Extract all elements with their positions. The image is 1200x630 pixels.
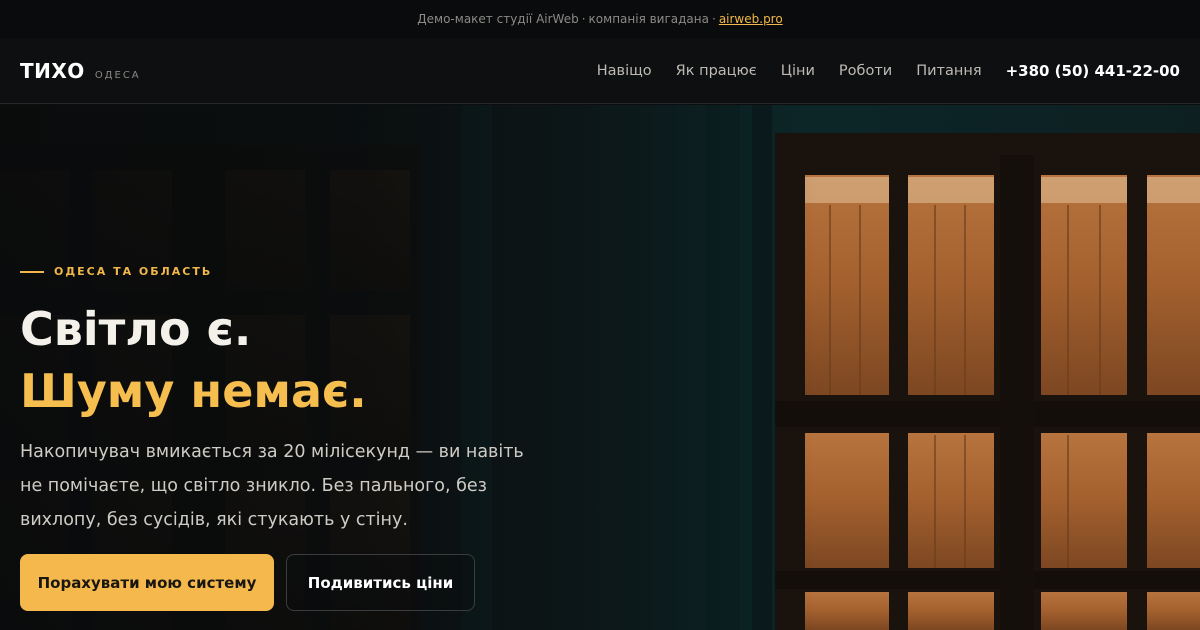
main-nav: Навіщо Як працює Ціни Роботи Питання +38… — [573, 62, 1180, 80]
hero-title: Світло є. Шуму немає. — [20, 298, 367, 422]
demo-disclaimer-text: компанія вигадана — [588, 12, 709, 26]
nav-item-how-it-works[interactable]: Як працює — [676, 63, 757, 79]
nav-item-prices[interactable]: Ціни — [781, 63, 815, 79]
eyebrow-line — [20, 270, 44, 273]
logo-wordmark: ТИХО — [20, 58, 85, 83]
calculate-system-button[interactable]: Порахувати мою систему — [20, 554, 274, 611]
nav-item-why[interactable]: Навіщо — [597, 63, 652, 79]
view-prices-button[interactable]: Подивитись ціни — [286, 554, 475, 611]
logo-city: ОДЕСА — [94, 69, 141, 81]
hero-description: Накопичувач вмикається за 20 мілісекунд … — [20, 442, 524, 530]
notice-separator: · — [581, 12, 586, 26]
nav-item-faq[interactable]: Питання — [916, 63, 981, 79]
airweb-link[interactable]: airweb.pro — [719, 12, 783, 26]
hero-title-line1: Світло є. — [20, 302, 252, 356]
demo-notice-bar: Демо-макет студії AirWeb · компанія вига… — [0, 0, 1200, 38]
hero-eyebrow: ОДЕСА ТА ОБЛАСТЬ — [20, 265, 212, 278]
nav-item-works[interactable]: Роботи — [839, 63, 892, 79]
notice-separator: · — [711, 12, 716, 26]
logo[interactable]: ТИХО ОДЕСА — [20, 59, 141, 83]
demo-notice-text: Демо-макет студії AirWeb — [417, 12, 579, 26]
eyebrow-text: ОДЕСА ТА ОБЛАСТЬ — [54, 265, 213, 278]
hero-section: ОДЕСА ТА ОБЛАСТЬ Світло є. Шуму немає. Н… — [0, 105, 1200, 630]
site-header: ТИХО ОДЕСА Навіщо Як працює Ціни Роботи … — [0, 38, 1200, 104]
hero-title-line2: Шуму немає. — [20, 364, 367, 418]
phone-link[interactable]: +380 (50) 441-22-00 — [1006, 62, 1180, 80]
